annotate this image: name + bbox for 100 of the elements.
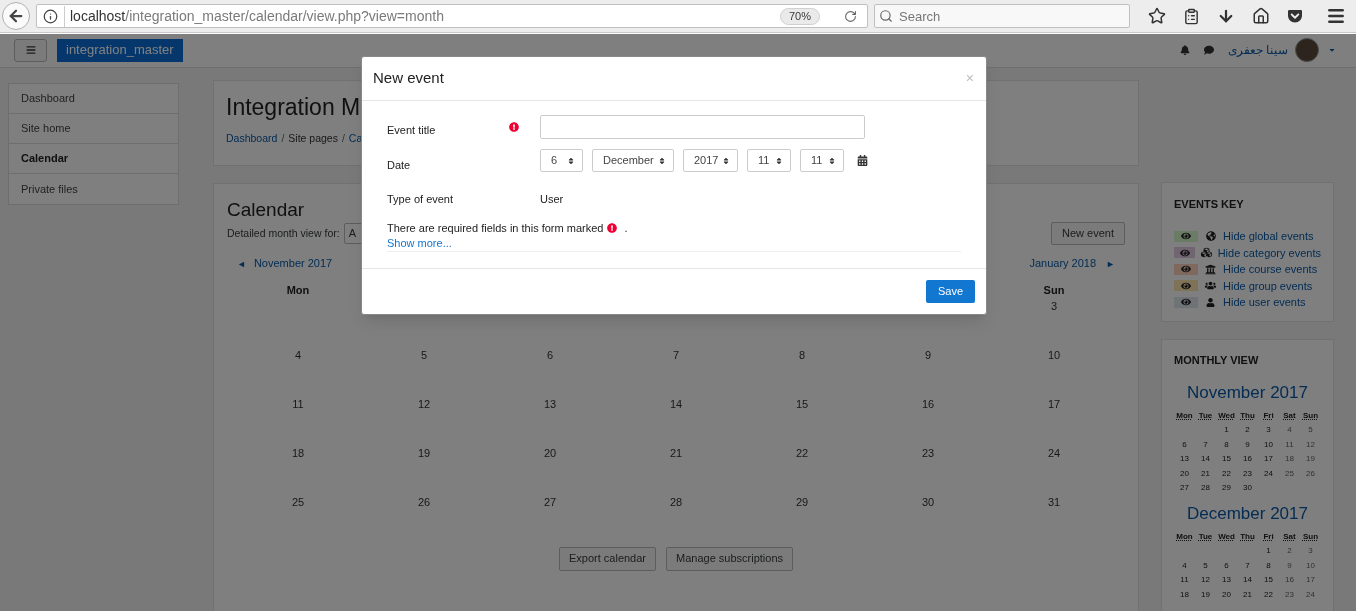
notification-bell-icon[interactable]	[1179, 45, 1190, 55]
events-key-title: EVENTS KEY	[1174, 197, 1245, 212]
visibility-swatch[interactable]	[1174, 296, 1198, 308]
day-number: 12	[1306, 439, 1315, 449]
save-button[interactable]: Save	[925, 279, 975, 303]
day-number: 16	[1285, 575, 1294, 584]
user-icon	[1206, 297, 1215, 307]
date-select[interactable]: 6	[540, 149, 583, 172]
weekday-abbr: Mon	[1176, 410, 1193, 420]
sort-arrows-icon	[722, 156, 730, 165]
home-icon[interactable]	[1252, 7, 1270, 25]
monthly-view-title: MONTHLY VIEW	[1174, 353, 1260, 368]
month-title-link[interactable]: November 2017	[1174, 382, 1321, 403]
day-number: 2	[1245, 425, 1250, 434]
date-select[interactable]: 2017	[683, 149, 738, 172]
day-number: 15	[1222, 454, 1231, 463]
sidebar-item[interactable]: Dashboard	[9, 84, 178, 114]
day-number: 21	[1243, 589, 1252, 599]
reading-list-icon[interactable]	[1183, 7, 1200, 25]
sort-arrows-icon	[658, 156, 666, 165]
users-icon	[1205, 280, 1216, 292]
day-number: 27	[543, 494, 557, 510]
weekday-abbr: Sun	[1302, 531, 1319, 541]
day-number: 2	[1287, 546, 1292, 555]
field-label: Event title	[387, 123, 436, 138]
weekday-abbr: Fri	[1263, 531, 1274, 541]
sort-arrows-icon	[567, 156, 575, 165]
download-icon[interactable]	[1217, 7, 1235, 25]
day-number: 15	[795, 396, 809, 412]
day-number: 13	[1180, 454, 1189, 463]
institution-icon	[1205, 263, 1216, 275]
breadcrumb-link[interactable]: Dashboard	[226, 131, 278, 147]
day-number: 23	[921, 445, 935, 461]
weekday-abbr: Mon	[1176, 531, 1193, 541]
day-number: 3	[1308, 546, 1313, 555]
new-event-button[interactable]: New event	[1051, 222, 1125, 245]
hide-events-link[interactable]: Hide group events	[1223, 277, 1313, 294]
visibility-swatch[interactable]	[1174, 263, 1198, 275]
day-number: 30	[1243, 483, 1252, 492]
day-number: 17	[1264, 454, 1273, 463]
manage-subscriptions-button[interactable]: Manage subscriptions	[666, 546, 794, 571]
bookmark-star-icon[interactable]	[1148, 7, 1166, 25]
day-number: 29	[1222, 483, 1231, 492]
address-bar[interactable]: localhost/integration_master/calendar/view.php?view=month 70%	[36, 4, 868, 28]
messages-icon[interactable]	[1203, 45, 1214, 55]
day-number: 23	[1243, 468, 1252, 478]
previous-month-link[interactable]: ◄ November 2017	[237, 255, 333, 272]
breadcrumb-text: Site pages	[288, 131, 338, 146]
avatar[interactable]	[1295, 38, 1319, 62]
calendar-icon[interactable]	[857, 155, 868, 166]
site-name-button[interactable]: integration_master	[57, 38, 183, 62]
search-field[interactable]: Search	[874, 4, 1130, 28]
day-number: 6	[1182, 439, 1187, 449]
day-number: 28	[1201, 483, 1210, 492]
back-button[interactable]	[2, 2, 30, 30]
day-number: 8	[1266, 560, 1271, 570]
sidebar-item[interactable]: Calendar	[9, 144, 178, 174]
day-number: 26	[1306, 468, 1315, 478]
visibility-swatch[interactable]	[1174, 230, 1198, 242]
menu-icon[interactable]	[1326, 6, 1346, 26]
day-number: 1	[1266, 546, 1271, 555]
hide-events-link[interactable]: Hide global events	[1223, 228, 1314, 245]
date-select[interactable]: 11	[747, 149, 791, 172]
event-title-input[interactable]	[540, 115, 865, 139]
visibility-swatch[interactable]	[1174, 247, 1196, 259]
visibility-swatch[interactable]	[1174, 280, 1198, 292]
day-number: 5	[420, 347, 428, 363]
reload-icon[interactable]	[844, 9, 857, 23]
pocket-icon[interactable]	[1287, 8, 1303, 24]
zoom-badge[interactable]: 70%	[779, 7, 820, 25]
drawer-toggle-button[interactable]	[14, 38, 47, 62]
dialog-title: New event	[373, 68, 444, 89]
hide-events-link[interactable]: Hide category events	[1217, 244, 1321, 261]
next-month-link[interactable]: January 2018 ►	[1029, 255, 1115, 272]
user-name[interactable]: سينا جعفری	[1227, 41, 1288, 59]
sidebar-item[interactable]: Private files	[9, 174, 178, 204]
day-number: 10	[1306, 560, 1315, 570]
day-number: 19	[1306, 454, 1315, 463]
day-number: 17	[1047, 396, 1061, 412]
day-number: 3	[1050, 298, 1058, 314]
day-number: 24	[1047, 445, 1061, 461]
weekday-abbr: Wed	[1218, 410, 1235, 420]
date-select[interactable]: December	[592, 149, 674, 172]
day-number: 14	[1201, 454, 1210, 463]
day-number: 20	[1180, 468, 1189, 478]
day-number: 18	[1285, 454, 1294, 463]
eye-icon	[1179, 247, 1190, 258]
month-title-link[interactable]: December 2017	[1174, 503, 1321, 524]
hide-events-link[interactable]: Hide user events	[1223, 294, 1306, 311]
caret-icon[interactable]	[1328, 46, 1336, 54]
hide-events-link[interactable]: Hide course events	[1223, 261, 1318, 278]
export-calendar-button[interactable]: Export calendar	[558, 546, 656, 571]
show-more-link[interactable]: Show more...	[387, 236, 452, 250]
day-number: 11	[292, 396, 304, 412]
sidebar-item[interactable]: Site home	[9, 114, 178, 144]
weekday-header: Mon	[286, 282, 310, 298]
field-label: Type of event	[387, 192, 454, 207]
weekday-header: Sun	[1043, 282, 1065, 298]
day-number: 20	[543, 445, 557, 461]
date-select[interactable]: 11	[800, 149, 844, 172]
